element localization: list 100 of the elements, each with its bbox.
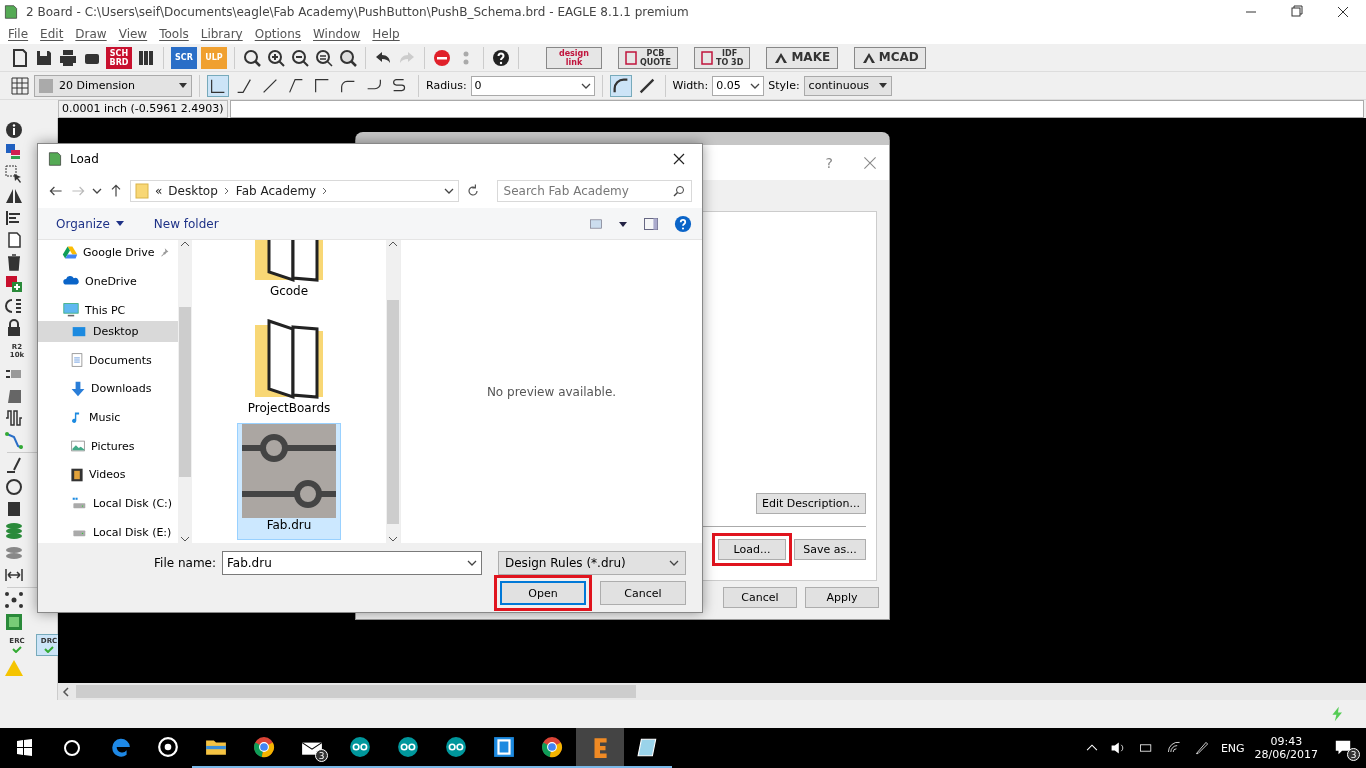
clock-date[interactable]: 28/06/2017 xyxy=(1254,748,1318,761)
dialog-button[interactable]: Cancel xyxy=(723,587,797,608)
slider-icon xyxy=(242,424,336,518)
menu-item[interactable]: Options xyxy=(248,27,307,41)
folder-entry[interactable]: ProjectBoards xyxy=(237,306,341,423)
style-select[interactable]: continuous xyxy=(803,75,893,96)
breadcrumb-item[interactable]: Desktop xyxy=(168,184,218,198)
zoom-out-icon[interactable] xyxy=(290,47,310,68)
route-icon[interactable] xyxy=(4,430,24,450)
drive-icon xyxy=(62,244,78,261)
film-icon xyxy=(70,466,84,483)
clock-time[interactable]: 09:43 xyxy=(1270,735,1303,748)
nav-item[interactable]: OneDrive xyxy=(38,270,178,293)
search-icon[interactable] xyxy=(673,185,685,197)
search-field[interactable]: Search Fab Academy xyxy=(496,180,692,202)
chevron-right-icon[interactable] xyxy=(223,187,230,195)
line-icon[interactable] xyxy=(4,455,24,475)
toolbar-button[interactable]: IDF TO 3D xyxy=(694,46,751,69)
command-field[interactable] xyxy=(229,100,1364,118)
select-icon[interactable] xyxy=(4,164,24,184)
taskbar-app[interactable]: 3 xyxy=(288,728,336,768)
scroll-down-icon[interactable] xyxy=(180,535,190,543)
dialog-button[interactable]: Save as... xyxy=(794,539,866,560)
menu-item[interactable]: Window xyxy=(307,27,367,41)
circle-icon[interactable] xyxy=(4,477,24,497)
width-field[interactable]: 0.05 xyxy=(712,75,765,96)
chip-icon[interactable] xyxy=(4,612,24,632)
layer-select[interactable]: 20 Dimension xyxy=(34,74,192,97)
menu-item[interactable]: View xyxy=(112,27,154,41)
scrollbar[interactable] xyxy=(178,240,192,543)
scroll-up-icon[interactable] xyxy=(180,240,190,248)
infinity-icon xyxy=(396,736,420,758)
nav-item[interactable]: Downloads xyxy=(38,378,178,400)
replace-icon[interactable] xyxy=(4,296,24,316)
zoom-icon[interactable] xyxy=(338,47,358,68)
printer-icon[interactable] xyxy=(58,47,78,68)
file-type-select[interactable]: Design Rules (*.dru) xyxy=(498,551,686,575)
zoom-fit-icon[interactable] xyxy=(242,47,262,68)
nav-item[interactable]: Videos xyxy=(38,464,178,486)
menu-item[interactable]: Library xyxy=(194,27,249,41)
dialog-title: Load xyxy=(70,152,100,166)
nav-item[interactable]: Google Drive xyxy=(38,242,178,264)
organize-menu[interactable]: Organize xyxy=(56,216,124,231)
toolbar-button[interactable]: design link xyxy=(546,46,602,69)
language-indicator[interactable]: ENG xyxy=(1220,741,1245,755)
nav-item[interactable]: Desktop xyxy=(38,320,178,343)
grid-icon[interactable] xyxy=(10,75,30,96)
via-icon[interactable] xyxy=(4,521,24,541)
toolbar-button[interactable]: MCAD xyxy=(854,46,927,69)
view-mode-icon[interactable] xyxy=(588,216,604,231)
breadcrumb-item[interactable]: Fab Academy xyxy=(235,184,317,198)
menu-item[interactable]: Edit xyxy=(34,27,70,41)
scrollbar[interactable] xyxy=(386,240,400,543)
scroll-up-icon[interactable] xyxy=(388,240,398,248)
nav-item[interactable]: This PC xyxy=(38,299,178,321)
stop-icon[interactable] xyxy=(432,47,452,68)
bend-style-icon[interactable] xyxy=(207,74,229,97)
nav-item[interactable]: Documents xyxy=(38,349,178,371)
ratsnest-icon[interactable] xyxy=(4,590,24,610)
menu-item[interactable]: Help xyxy=(366,27,406,41)
dialog-button[interactable]: Load... xyxy=(718,539,786,560)
info-icon[interactable] xyxy=(4,120,24,140)
scroll-left-icon[interactable] xyxy=(62,686,70,697)
folder-entry[interactable]: Gcode xyxy=(237,240,341,306)
overflow-glyph[interactable]: « xyxy=(155,184,163,198)
preview-pane-icon[interactable] xyxy=(642,215,660,232)
sch-brd-icon[interactable]: SCH BRD xyxy=(106,46,132,69)
meander-icon[interactable] xyxy=(4,408,24,428)
dialog-button[interactable]: Open xyxy=(500,581,586,605)
horizontal-scrollbar[interactable] xyxy=(58,683,1366,700)
radius-field[interactable]: 0 xyxy=(470,75,595,96)
monitor-icon xyxy=(62,302,80,319)
open-icon[interactable] xyxy=(10,47,30,68)
zoom-in-icon[interactable] xyxy=(266,47,286,68)
dialog-button[interactable]: Edit Description... xyxy=(756,493,866,514)
zoom-select-icon[interactable] xyxy=(314,47,334,68)
scroll-down-icon[interactable] xyxy=(388,535,398,543)
miter-style-icon[interactable] xyxy=(609,74,632,97)
chevron-right-icon[interactable] xyxy=(322,187,329,195)
help-glyph[interactable]: ? xyxy=(825,154,833,171)
file-name-field[interactable]: Fab.dru xyxy=(222,551,482,575)
address-bar[interactable]: « Desktop Fab Academy xyxy=(130,180,459,202)
nav-item[interactable]: Pictures xyxy=(38,435,178,458)
dialog-button[interactable]: Apply xyxy=(805,587,879,608)
document-entry[interactable]: Fab.dru xyxy=(237,423,341,540)
toolbar-button[interactable]: MAKE xyxy=(766,46,839,69)
toolbar-button[interactable]: PCB QUOTE xyxy=(618,46,679,69)
toolbar-command[interactable]: New folder xyxy=(153,216,219,231)
menu-item[interactable]: Draw xyxy=(69,27,113,41)
nav-item[interactable]: Local Disk (E:) xyxy=(38,521,178,543)
nav-item[interactable]: Music xyxy=(38,406,178,429)
help-icon[interactable] xyxy=(491,47,511,68)
add-part-icon[interactable] xyxy=(4,274,24,294)
menu-item[interactable]: File xyxy=(2,27,35,41)
radius-label: Radius: xyxy=(426,79,467,92)
close-icon[interactable] xyxy=(863,155,877,170)
script-icon[interactable]: SCR xyxy=(171,46,197,69)
menu-item[interactable]: Tools xyxy=(153,27,195,41)
dialog-button[interactable]: Cancel xyxy=(600,581,686,605)
nav-item[interactable]: Local Disk (C:) xyxy=(38,492,178,515)
